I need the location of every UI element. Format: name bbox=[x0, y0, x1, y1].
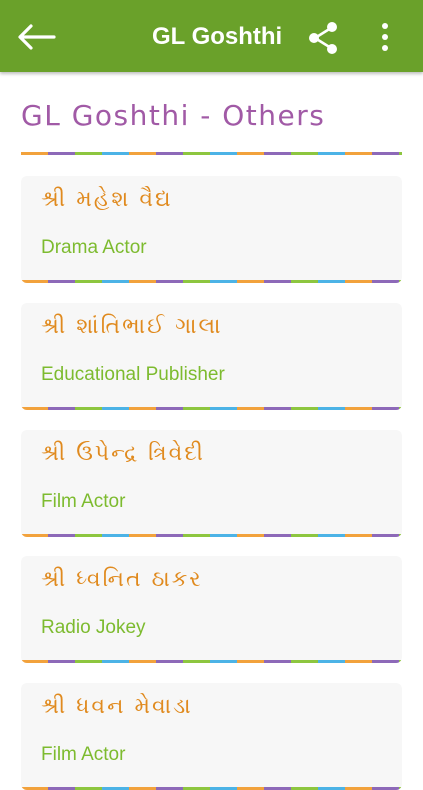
share-button[interactable] bbox=[306, 20, 340, 54]
person-role: Drama Actor bbox=[41, 237, 147, 258]
list-item[interactable]: શ્રી મહેશ વૈદ્ય Drama Actor bbox=[21, 176, 402, 283]
card-divider bbox=[21, 660, 402, 663]
app-title: GL Goshthi bbox=[152, 23, 283, 50]
person-name: શ્રી શાંતિભાઈ ગાલા bbox=[41, 314, 223, 339]
more-options-button[interactable] bbox=[372, 20, 398, 54]
section-divider bbox=[21, 152, 402, 155]
list-item[interactable]: શ્રી ધવન મેવાડા Film Actor bbox=[21, 683, 402, 790]
back-button[interactable] bbox=[16, 22, 58, 52]
person-role: Educational Publisher bbox=[41, 364, 225, 385]
person-role: Radio Jokey bbox=[41, 617, 146, 638]
person-role: Film Actor bbox=[41, 491, 126, 512]
app-bar: GL Goshthi bbox=[0, 0, 423, 72]
share-icon bbox=[309, 22, 337, 54]
person-role: Film Actor bbox=[41, 744, 126, 765]
arrow-left-icon bbox=[18, 24, 56, 50]
person-name: શ્રી ધ્વનિત ઠાકર bbox=[41, 567, 203, 592]
card-divider bbox=[21, 407, 402, 410]
person-name: શ્રી ઉપેન્દ્ર ત્રિવેદી bbox=[41, 441, 205, 466]
person-name: શ્રી ધવન મેવાડા bbox=[41, 694, 193, 719]
list-item[interactable]: શ્રી ધ્વનિત ઠાકર Radio Jokey bbox=[21, 556, 402, 663]
more-vertical-icon bbox=[382, 23, 388, 51]
person-name: શ્રી મહેશ વૈદ્ય bbox=[41, 187, 173, 212]
list-item[interactable]: શ્રી ઉપેન્દ્ર ત્રિવેદી Film Actor bbox=[21, 430, 402, 537]
card-divider bbox=[21, 534, 402, 537]
card-divider bbox=[21, 280, 402, 283]
section-title: GL Goshthi - Others bbox=[21, 99, 326, 132]
list-item[interactable]: શ્રી શાંતિભાઈ ગાલા Educational Publisher bbox=[21, 303, 402, 410]
